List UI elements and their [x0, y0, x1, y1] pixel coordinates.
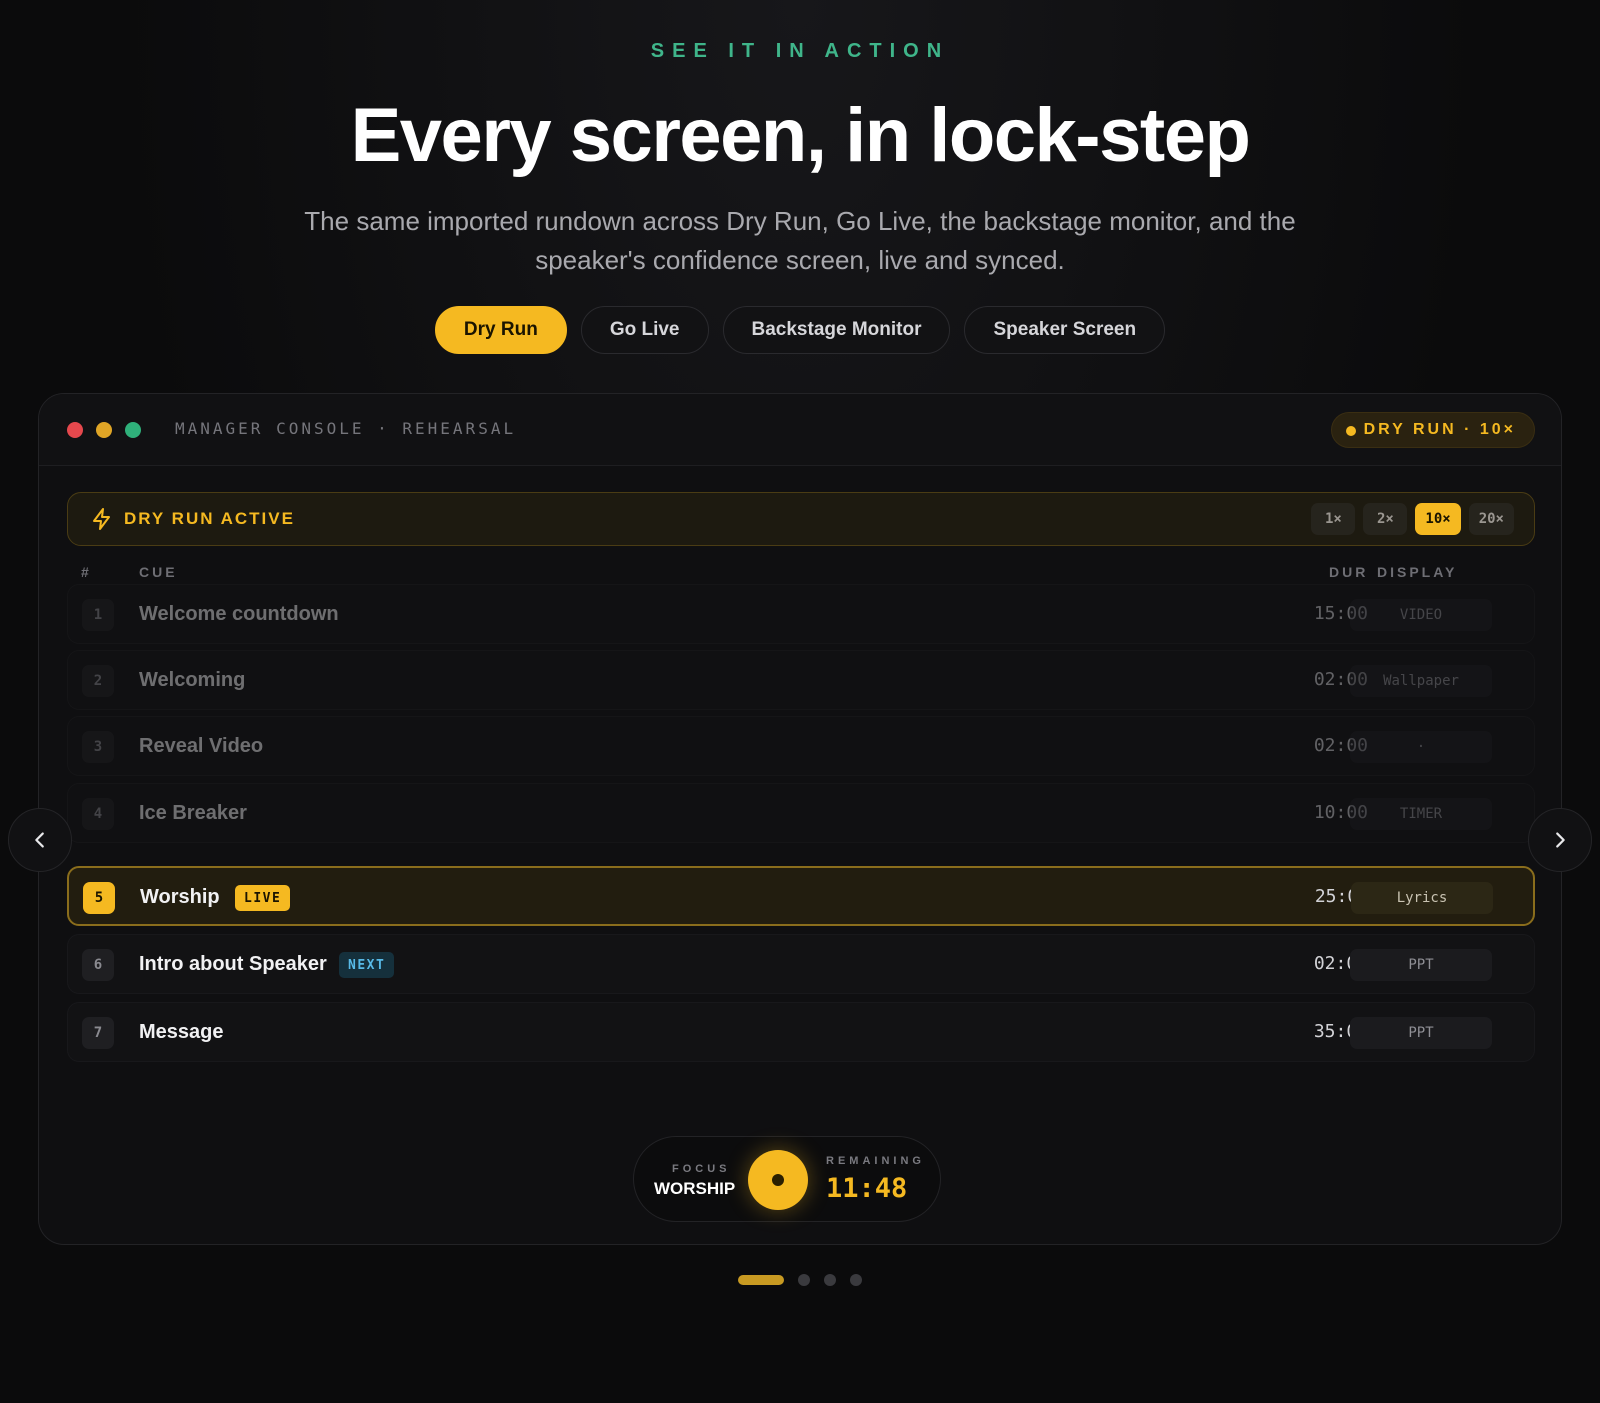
column-header-duration: DUR — [1329, 564, 1369, 580]
minimize-dot-icon[interactable] — [96, 422, 112, 438]
cue-name: Worship — [140, 886, 220, 908]
cue-name: Reveal Video — [139, 735, 264, 757]
page: SEE IT IN ACTION Every screen, in lock-s… — [0, 0, 1600, 1403]
tab-dry-run[interactable]: Dry Run — [434, 306, 567, 354]
pager-dot[interactable] — [824, 1274, 836, 1286]
focus-timer-pill: FOCUS WORSHIP REMAINING 11:48 — [633, 1136, 941, 1222]
cue-display-type: · — [1350, 731, 1492, 763]
maximize-dot-icon[interactable] — [125, 422, 141, 438]
cue-display-type: PPT — [1350, 1017, 1492, 1049]
remaining-label: REMAINING — [826, 1155, 925, 1167]
next-slide-button[interactable] — [1528, 808, 1592, 872]
page-title: Every screen, in lock-step — [350, 93, 1251, 178]
cue-number: 5 — [83, 882, 115, 914]
cue-number: 2 — [82, 665, 114, 697]
cue-name: Message — [139, 1021, 224, 1043]
table-row[interactable]: 2 Welcoming 02:00 Wallpaper — [67, 650, 1535, 710]
chevron-left-icon — [35, 832, 44, 848]
cue-number: 3 — [82, 731, 114, 763]
speed-selector: 1× 2× 10× 20× — [1311, 503, 1514, 535]
column-header-number: # — [81, 564, 92, 580]
speed-10x-button[interactable]: 10× — [1415, 503, 1461, 535]
window-titlebar: MANAGER CONSOLE · REHEARSAL DRY RUN · 10… — [39, 394, 1561, 466]
page-subtitle: The same imported rundown across Dry Run… — [304, 206, 1296, 275]
column-header-display: DISPLAY — [1377, 564, 1458, 580]
remaining-time: 11:48 — [826, 1173, 908, 1204]
cue-display-type: Wallpaper — [1350, 665, 1492, 697]
tab-speaker-screen[interactable]: Speaker Screen — [964, 306, 1166, 354]
chevron-right-icon — [1556, 832, 1565, 848]
cue-name: Welcoming — [139, 669, 246, 691]
cue-number: 7 — [82, 1017, 114, 1049]
window-title: MANAGER CONSOLE · REHEARSAL — [175, 419, 517, 438]
table-row[interactable]: 7 Message 35:00 PPT — [67, 1002, 1535, 1062]
cue-number: 1 — [82, 599, 114, 631]
focus-label: FOCUS — [672, 1163, 731, 1175]
pager-dot[interactable] — [798, 1274, 810, 1286]
speed-20x-button[interactable]: 20× — [1468, 503, 1514, 535]
view-tabs: Dry Run Go Live Backstage Monitor Speake… — [0, 306, 1600, 354]
table-row[interactable]: 4 Ice Breaker 10:00 TIMER — [67, 783, 1535, 843]
tab-backstage-monitor[interactable]: Backstage Monitor — [722, 306, 951, 354]
cue-display-type: Lyrics — [1351, 882, 1493, 914]
focus-value: WORSHIP — [654, 1179, 736, 1198]
cue-display-type: VIDEO — [1350, 599, 1492, 631]
dry-run-banner: DRY RUN ACTIVE 1× 2× 10× 20× — [67, 492, 1535, 546]
cue-number: 6 — [82, 949, 114, 981]
table-row-current[interactable]: 5 Worship LIVE 25:00 Lyrics — [67, 866, 1535, 926]
speed-2x-button[interactable]: 2× — [1363, 503, 1408, 535]
next-badge: NEXT — [339, 952, 395, 978]
dry-run-active-label: DRY RUN ACTIVE — [124, 509, 295, 528]
close-dot-icon[interactable] — [67, 422, 83, 438]
cue-display-type: PPT — [1350, 949, 1492, 981]
manager-console-window: MANAGER CONSOLE · REHEARSAL DRY RUN · 10… — [38, 393, 1562, 1245]
tab-go-live[interactable]: Go Live — [580, 306, 709, 354]
previous-slide-button[interactable] — [8, 808, 72, 872]
column-header-cue: CUE — [139, 564, 178, 580]
table-row[interactable]: 3 Reveal Video 02:00 · — [67, 716, 1535, 776]
cue-name: Welcome countdown — [139, 603, 339, 625]
cue-name: Intro about Speaker — [139, 953, 327, 975]
lightning-bolt-icon — [93, 508, 110, 530]
record-dot-icon[interactable] — [748, 1150, 808, 1210]
mode-status-badge: DRY RUN · 10× — [1330, 412, 1535, 448]
pager-dot-active[interactable] — [738, 1275, 784, 1285]
cue-name: Ice Breaker — [139, 802, 247, 824]
pager-dot[interactable] — [850, 1274, 862, 1286]
cue-number: 4 — [82, 798, 114, 830]
cue-display-type: TIMER — [1350, 798, 1492, 830]
live-badge: LIVE — [235, 885, 291, 911]
table-row[interactable]: 1 Welcome countdown 15:00 VIDEO — [67, 584, 1535, 644]
section-eyebrow: SEE IT IN ACTION — [650, 40, 950, 62]
carousel-pager — [0, 1274, 1600, 1286]
speed-1x-button[interactable]: 1× — [1311, 503, 1356, 535]
table-row-next[interactable]: 6 Intro about Speaker NEXT 02:00 PPT — [67, 934, 1535, 994]
